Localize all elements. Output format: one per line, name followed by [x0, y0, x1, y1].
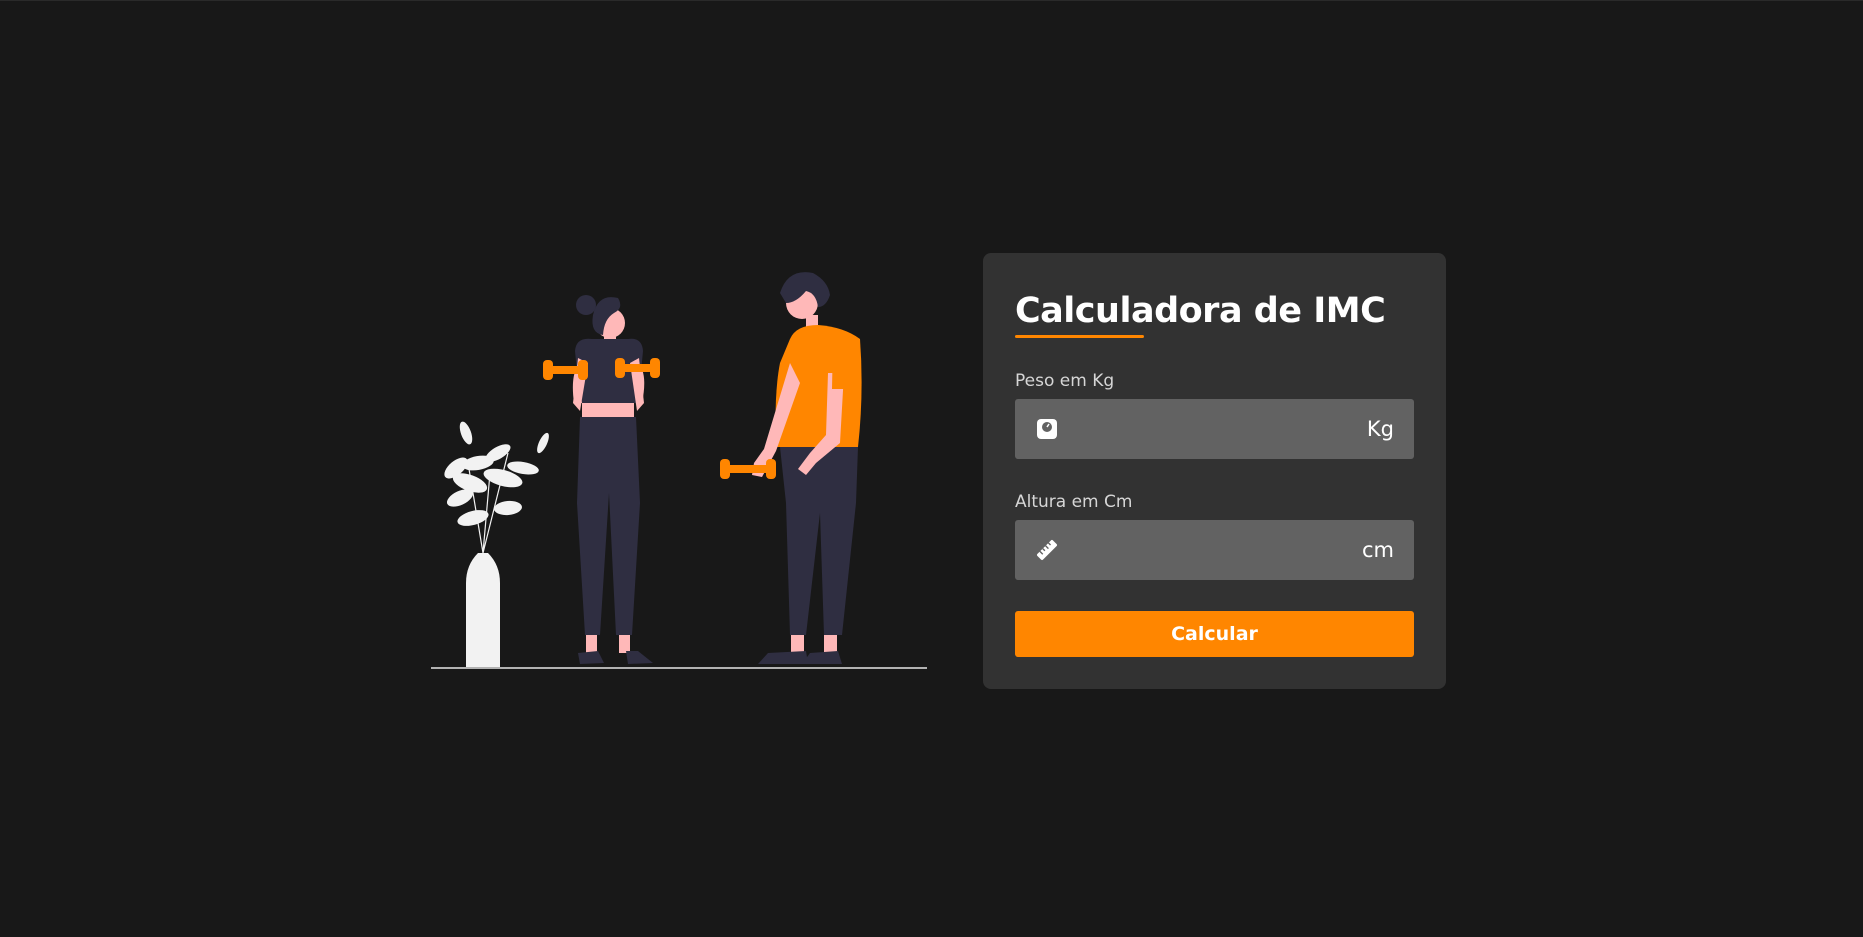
- ruler-icon: [1035, 538, 1059, 562]
- weight-scale-icon: [1035, 417, 1059, 441]
- man-figure: [720, 272, 862, 664]
- weight-label: Peso em Kg: [1015, 371, 1115, 391]
- title-underline: [1015, 335, 1144, 338]
- fitness-illustration: [431, 272, 927, 669]
- plant-vase: [444, 421, 549, 667]
- calculate-button[interactable]: Calcular: [1015, 611, 1414, 657]
- weight-unit: Kg: [1366, 417, 1394, 441]
- card-title: Calculadora de IMC: [1015, 291, 1386, 331]
- height-label: Altura em Cm: [1015, 492, 1133, 512]
- height-field[interactable]: cm: [1015, 520, 1414, 580]
- weight-field[interactable]: Kg: [1015, 399, 1414, 459]
- bmi-calculator-card: Calculadora de IMC Peso em Kg Kg Altura …: [983, 253, 1446, 689]
- woman-figure: [543, 295, 660, 664]
- height-unit: cm: [1361, 538, 1394, 562]
- height-input[interactable]: [1069, 537, 1352, 563]
- page: Calculadora de IMC Peso em Kg Kg Altura …: [0, 0, 1863, 937]
- weight-input[interactable]: [1069, 416, 1357, 442]
